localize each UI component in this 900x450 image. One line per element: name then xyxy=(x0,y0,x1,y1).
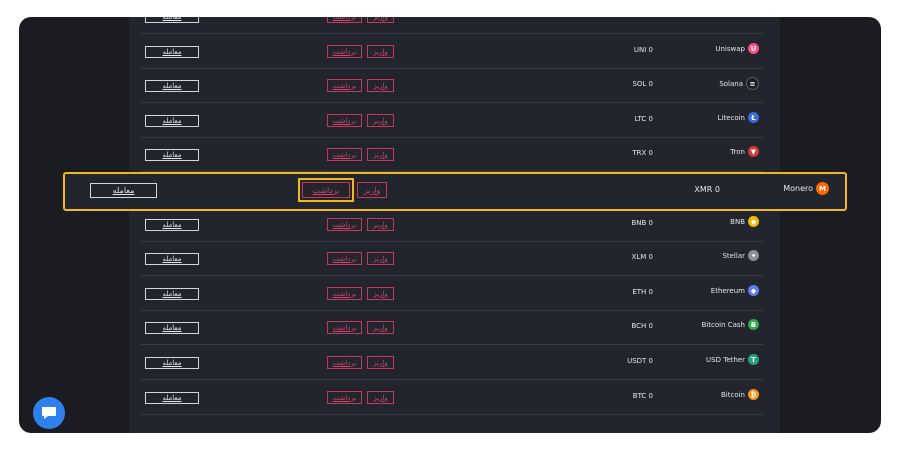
withdraw-button[interactable]: برداشت xyxy=(302,182,350,198)
trade-button[interactable]: معامله xyxy=(145,253,199,265)
coin-name: Bitcoin Cash Ƀ xyxy=(701,319,759,330)
coin-name: Solana ≡ xyxy=(719,77,759,90)
trade-button[interactable]: معامله xyxy=(145,392,199,404)
coin-name: Uniswap U xyxy=(715,43,759,54)
bitcoin-icon: ₿ xyxy=(748,389,759,400)
trade-button[interactable]: معامله xyxy=(145,149,199,161)
coin-name: Ethereum ◆ xyxy=(711,285,759,296)
stellar-icon: ✦ xyxy=(748,250,759,261)
table-row: معامله برداشت واریز ETH 0 Ethereum ◆ xyxy=(141,276,763,311)
tether-icon: T xyxy=(748,354,759,365)
bitcoin-cash-icon: Ƀ xyxy=(748,319,759,330)
withdraw-button[interactable]: برداشت xyxy=(327,321,362,334)
coin-label: Bitcoin Cash xyxy=(701,320,746,329)
coin-label: Uniswap xyxy=(715,44,745,53)
table-row: معامله برداشت واریز SOL 0 Solana ≡ xyxy=(141,68,763,103)
balance-text: SOL 0 xyxy=(632,80,653,88)
balance-text: LTC 0 xyxy=(634,115,653,123)
coin-name: USD Tether T xyxy=(706,354,759,365)
trade-button[interactable]: معامله xyxy=(145,219,199,231)
table-row: معامله برداشت واریز BTC 0 Bitcoin ₿ xyxy=(141,380,763,415)
solana-icon: ≡ xyxy=(746,77,759,90)
deposit-button[interactable]: واریز xyxy=(367,17,394,23)
deposit-button[interactable]: واریز xyxy=(367,252,394,265)
deposit-button[interactable]: واریز xyxy=(367,148,394,161)
table-row: معامله برداشت واریز LTC 0 Litecoin Ł xyxy=(141,103,763,138)
deposit-button[interactable]: واریز xyxy=(367,287,394,300)
coin-label: Tron xyxy=(730,147,745,156)
balance-text: UNI 0 xyxy=(633,46,653,54)
coin-label: Litecoin xyxy=(717,113,745,122)
table-row: معامله برداشت واریز XLM 0 Stellar ✦ xyxy=(141,241,763,276)
deposit-button[interactable]: واریز xyxy=(367,321,394,334)
deposit-button[interactable]: واریز xyxy=(367,79,394,92)
trade-button[interactable]: معامله xyxy=(90,183,157,198)
withdraw-button[interactable]: برداشت xyxy=(327,148,362,161)
coin-label: Ethereum xyxy=(710,286,745,295)
ethereum-icon: ◆ xyxy=(748,285,759,296)
balance-text: XLM 0 xyxy=(631,253,653,261)
balance-text: USDT 0 xyxy=(627,357,653,365)
coin-label: Monero xyxy=(783,184,813,193)
chat-button[interactable] xyxy=(33,397,65,429)
coin-name: Litecoin Ł xyxy=(718,112,759,123)
trade-button[interactable]: معامله xyxy=(145,115,199,127)
balance-text: TRX 0 xyxy=(632,149,653,157)
coin-label: USD Tether xyxy=(706,355,745,364)
deposit-button[interactable]: واریز xyxy=(367,356,394,369)
trade-button[interactable]: معامله xyxy=(145,322,199,334)
table-row: معامله برداشت واریز TRX 0 Tron ▼ xyxy=(141,137,763,172)
balance-text: BCH 0 xyxy=(631,322,653,330)
withdraw-button[interactable]: برداشت xyxy=(327,114,362,127)
trade-button[interactable]: معامله xyxy=(145,80,199,92)
deposit-button[interactable]: واریز xyxy=(367,114,394,127)
withdraw-button[interactable]: برداشت xyxy=(327,45,362,58)
table-row: معامله برداشت واریز xyxy=(141,17,763,34)
highlighted-row-monero: معامله برداشت واریز XMR 0 Monero M xyxy=(63,172,847,211)
coin-name: Tron ▼ xyxy=(730,146,759,157)
deposit-button[interactable]: واریز xyxy=(367,45,394,58)
withdraw-button[interactable]: برداشت xyxy=(327,17,362,23)
balance-text: BNB 0 xyxy=(631,219,653,227)
app-frame: معامله برداشت واریز معامله برداشت واریز … xyxy=(19,17,881,433)
coin-label: Bitcoin xyxy=(720,390,745,399)
deposit-button[interactable]: واریز xyxy=(357,182,387,198)
coin-label: Stellar xyxy=(722,251,745,260)
table-row: معامله برداشت واریز UNI 0 Uniswap U xyxy=(141,34,763,69)
trade-button[interactable]: معامله xyxy=(145,46,199,58)
deposit-button[interactable]: واریز xyxy=(367,391,394,404)
withdraw-button[interactable]: برداشت xyxy=(327,218,362,231)
tron-icon: ▼ xyxy=(748,146,759,157)
balance-text: ETH 0 xyxy=(632,288,653,296)
coin-name: Monero M xyxy=(783,182,829,195)
coin-name: Bitcoin ₿ xyxy=(721,389,759,400)
chat-bubble-icon xyxy=(42,407,56,419)
table-row: معامله برداشت واریز USDT 0 USD Tether T xyxy=(141,345,763,380)
deposit-button[interactable]: واریز xyxy=(367,218,394,231)
withdraw-button[interactable]: برداشت xyxy=(327,356,362,369)
litecoin-icon: Ł xyxy=(748,112,759,123)
uniswap-icon: U xyxy=(748,43,759,54)
balance-text: XMR 0 xyxy=(694,185,720,194)
bnb-icon: ◆ xyxy=(748,216,759,227)
coin-label: Solana xyxy=(719,79,743,88)
balance-text: BTC 0 xyxy=(632,392,653,400)
wallet-table: معامله برداشت واریز معامله برداشت واریز … xyxy=(129,17,780,433)
monero-icon: M xyxy=(816,182,829,195)
withdraw-button[interactable]: برداشت xyxy=(327,252,362,265)
coin-name: BNB ◆ xyxy=(730,216,759,227)
withdraw-button[interactable]: برداشت xyxy=(327,79,362,92)
coin-label: BNB xyxy=(730,217,745,226)
trade-button[interactable]: معامله xyxy=(145,288,199,300)
trade-button[interactable]: معامله xyxy=(145,17,199,23)
withdraw-button[interactable]: برداشت xyxy=(327,287,362,300)
withdraw-button[interactable]: برداشت xyxy=(327,391,362,404)
coin-name: Stellar ✦ xyxy=(722,250,759,261)
trade-button[interactable]: معامله xyxy=(145,357,199,369)
table-row: معامله برداشت واریز BNB 0 BNB ◆ xyxy=(141,207,763,242)
table-row: معامله برداشت واریز BCH 0 Bitcoin Cash Ƀ xyxy=(141,310,763,345)
